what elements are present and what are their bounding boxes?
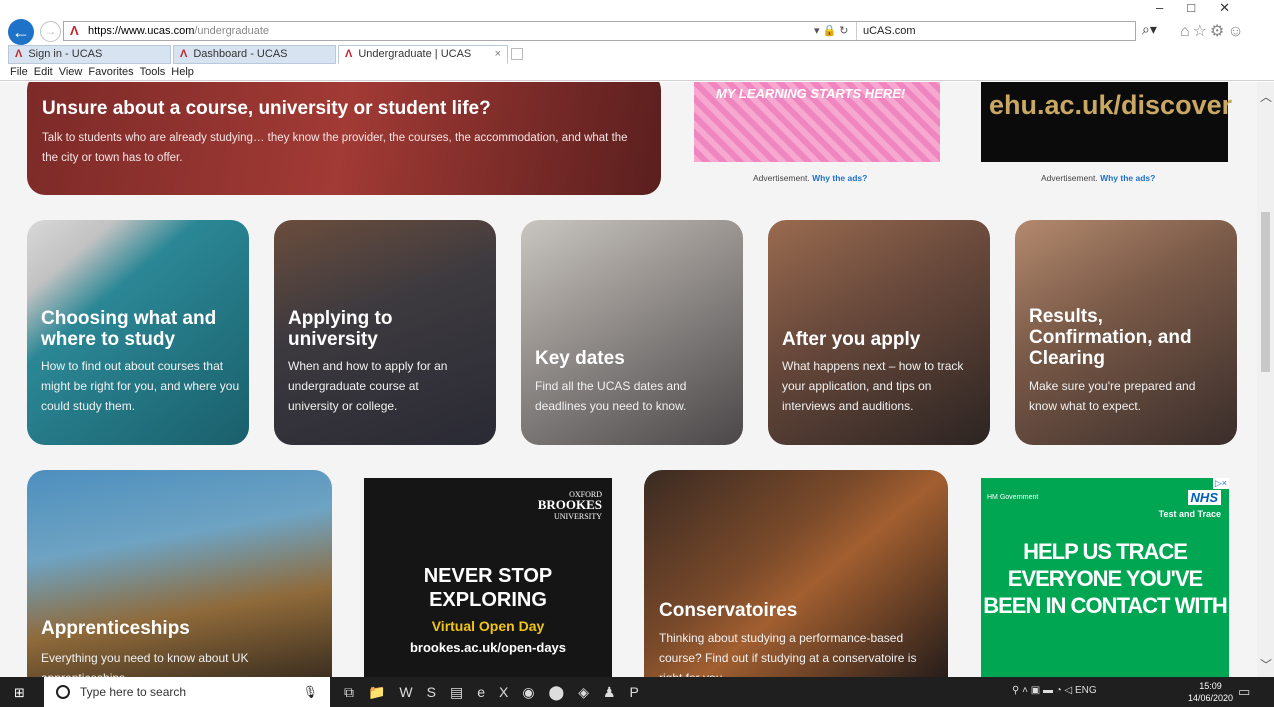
ucas-tab-icon: Λ: [180, 48, 188, 60]
ad-label: Advertisement. Why the ads?: [753, 173, 867, 183]
card-title: Key dates: [535, 348, 625, 369]
ucas-logo-icon: Λ: [70, 23, 79, 38]
ucas-tab-icon: Λ: [345, 48, 353, 60]
card-text: Make sure you're prepared and know what …: [1029, 379, 1196, 413]
taskbar-search[interactable]: Type here to search 🎙: [44, 677, 330, 707]
brookes-headline: NEVER STOP EXPLORING: [423, 565, 553, 611]
toolbar-icons[interactable]: ⌂☆⚙☺: [1180, 21, 1247, 41]
why-ads-link[interactable]: Why the ads?: [812, 173, 867, 183]
taskbar-app-icons[interactable]: ⧉📁WS▤eX◉⬤◈♟P: [344, 684, 653, 701]
close-tab-icon[interactable]: ×: [495, 46, 501, 63]
card-title: Conservatoires: [659, 600, 798, 621]
ucas-tab-icon: Λ: [15, 48, 23, 60]
card-title: Results, Confirmation, and Clearing: [1029, 306, 1192, 369]
microphone-icon[interactable]: 🎙: [303, 677, 318, 707]
windows-start-icon[interactable]: ⊞: [14, 685, 25, 701]
card-text: Thinking about studying a performance-ba…: [659, 631, 917, 677]
test-trace-label: Test and Trace: [1158, 509, 1221, 519]
advert-text: ehu.ac.uk/discover: [989, 90, 1233, 120]
menu-tools[interactable]: Tools: [140, 66, 166, 78]
advert-nhs[interactable]: ▷× HM Government NHS Test and Trace HELP…: [981, 478, 1229, 677]
card-title: After you apply: [782, 329, 921, 350]
card-after-apply[interactable]: After you apply What happens next – how …: [768, 220, 990, 445]
menu-bar: File Edit View Favorites Tools Help: [10, 66, 200, 78]
back-arrow-icon[interactable]: ←: [8, 19, 34, 45]
notification-icon[interactable]: ▭: [1238, 684, 1250, 700]
search-icon[interactable]: ⌕▾: [1142, 21, 1157, 38]
scroll-thumb[interactable]: [1261, 212, 1270, 372]
ad-label-text: Advertisement.: [753, 173, 810, 183]
card-title: Applying to university: [288, 308, 393, 350]
card-choosing[interactable]: Choosing what and where to study How to …: [27, 220, 249, 445]
card-text: Everything you need to know about UK app…: [41, 651, 249, 677]
new-tab-button[interactable]: [511, 48, 523, 60]
menu-edit[interactable]: Edit: [34, 66, 53, 78]
brookes-sub: Virtual Open Day: [431, 618, 545, 634]
advert-text: MY LEARNING STARTS HERE!: [716, 86, 906, 101]
clock-date: 14/06/2020: [1188, 693, 1234, 703]
url-text[interactable]: https://www.ucas.com/undergraduate: [88, 22, 269, 40]
tab-dashboard[interactable]: Λ Dashboard - UCAS: [173, 45, 336, 64]
browser-chrome: ← → Λ https://www.ucas.com/undergraduate…: [0, 0, 1274, 81]
cortana-icon: [56, 685, 70, 699]
address-bar[interactable]: Λ https://www.ucas.com/undergraduate ▾🔒↻…: [63, 21, 1136, 41]
card-key-dates[interactable]: Key dates Find all the UCAS dates and de…: [521, 220, 743, 445]
brookes-uni: UNIVERSITY: [554, 512, 602, 521]
scrollbar[interactable]: ︿ ﹀: [1257, 82, 1274, 677]
card-results[interactable]: Results, Confirmation, and Clearing Make…: [1015, 220, 1237, 445]
brookes-logo: OXFORD BROOKES UNIVERSITY: [538, 490, 602, 522]
forward-arrow-icon[interactable]: →: [40, 21, 61, 42]
brookes-url: brookes.ac.uk/open-days: [409, 640, 567, 655]
tab-undergraduate[interactable]: Λ Undergraduate | UCAS ×: [338, 45, 508, 64]
advert-ehu[interactable]: ehu.ac.uk/discover: [981, 82, 1232, 162]
banner-text: Talk to students who are already studyin…: [42, 132, 628, 164]
language-indicator: ENG: [1075, 685, 1097, 696]
tab-sign-in[interactable]: Λ Sign in - UCAS: [8, 45, 171, 64]
banner-title: Unsure about a course, university or stu…: [42, 98, 491, 119]
lock-refresh-icon[interactable]: ▾🔒↻: [814, 22, 851, 40]
hm-gov-label: HM Government: [987, 494, 1039, 501]
card-text: Find all the UCAS dates and deadlines yo…: [535, 379, 687, 413]
nhs-logo: NHS: [1187, 490, 1221, 505]
menu-view[interactable]: View: [59, 66, 83, 78]
menu-favorites[interactable]: Favorites: [88, 66, 133, 78]
system-tray[interactable]: ⚲ ˄ ▣ ▬ ◔ ◁ ENG: [1012, 685, 1097, 696]
card-title: Choosing what and where to study: [41, 308, 217, 350]
clock-time: 15:09: [1199, 681, 1222, 691]
scroll-up-icon[interactable]: ︿: [1260, 88, 1272, 105]
tab-strip: Λ Sign in - UCAS Λ Dashboard - UCAS Λ Under…: [8, 45, 1274, 65]
adchoices-icon[interactable]: ▷×: [1212, 478, 1229, 489]
card-conservatoires[interactable]: Conservatoires Thinking about studying a…: [644, 470, 948, 677]
search-placeholder: Type here to search: [80, 685, 187, 699]
site-identity: uCAS.com: [856, 22, 1136, 40]
menu-file[interactable]: File: [10, 66, 28, 78]
card-apprenticeships[interactable]: Apprenticeships Everything you need to k…: [27, 470, 332, 677]
brookes-name: BROOKES: [537, 497, 602, 512]
student-life-banner[interactable]: Unsure about a course, university or stu…: [27, 82, 661, 195]
taskbar-clock[interactable]: 15:09 14/06/2020: [1188, 680, 1233, 704]
menu-help[interactable]: Help: [171, 66, 194, 78]
card-text: What happens next – how to track your ap…: [782, 359, 964, 413]
tab-label: Undergraduate | UCAS: [358, 48, 472, 60]
taskbar: ⊞ Type here to search 🎙 ⧉📁WS▤eX◉⬤◈♟P ⚲ ˄…: [0, 677, 1274, 707]
why-ads-link[interactable]: Why the ads?: [1100, 173, 1155, 183]
advert-brookes[interactable]: OXFORD BROOKES UNIVERSITY NEVER STOP EXPLO…: [364, 478, 612, 677]
advert-learning[interactable]: MY LEARNING STARTS HERE!: [694, 82, 940, 162]
nhs-headline: HELP US TRACE EVERYONE YOU'VE BEEN IN CO…: [983, 539, 1228, 618]
address-bar-row: ← → Λ https://www.ucas.com/undergraduate…: [0, 0, 1274, 45]
ad-label: Advertisement. Why the ads?: [1041, 173, 1155, 183]
card-text: How to find out about courses that might…: [41, 359, 240, 413]
ad-label-text: Advertisement.: [1041, 173, 1098, 183]
page-content: Unsure about a course, university or stu…: [0, 82, 1274, 677]
scroll-down-icon[interactable]: ﹀: [1260, 656, 1272, 673]
card-applying[interactable]: Applying to university When and how to a…: [274, 220, 496, 445]
card-title: Apprenticeships: [41, 618, 190, 639]
card-text: When and how to apply for an undergradua…: [288, 359, 448, 413]
url-host: https://www.ucas.com: [88, 25, 195, 37]
window-controls[interactable]: –□✕: [1156, 0, 1254, 16]
url-path: /undergraduate: [194, 25, 269, 37]
tab-label: Dashboard - UCAS: [193, 48, 288, 60]
tab-label: Sign in - UCAS: [28, 48, 103, 60]
